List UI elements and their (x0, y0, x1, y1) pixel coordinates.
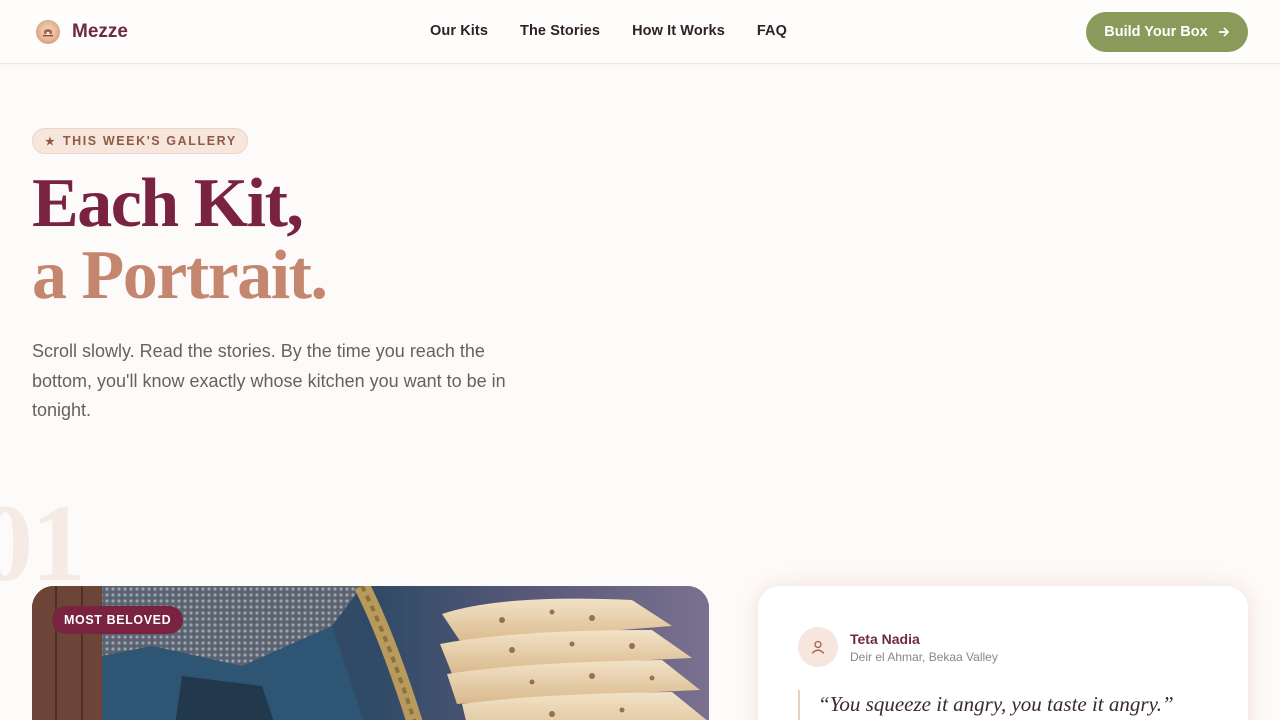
gallery-eyebrow-badge: ★ THIS WEEK'S GALLERY (32, 128, 248, 154)
author-location: Deir el Ahmar, Bekaa Valley (850, 650, 998, 664)
user-icon (811, 640, 825, 654)
arrow-right-icon (1218, 26, 1230, 38)
eyebrow-label: THIS WEEK'S GALLERY (62, 134, 237, 148)
brand[interactable]: Mezze (36, 20, 128, 44)
build-your-box-button[interactable]: Build Your Box (1086, 12, 1248, 52)
avatar (798, 627, 838, 667)
kit-number-watermark: 01 (0, 482, 86, 604)
star-icon: ★ (45, 135, 55, 148)
nav-the-stories[interactable]: The Stories (520, 23, 600, 39)
brand-logo-icon (36, 20, 60, 44)
main-nav: Our Kits The Stories How It Works FAQ (430, 23, 819, 39)
brand-name: Mezze (72, 21, 128, 42)
most-beloved-badge: MOST BELOVED (52, 606, 184, 634)
site-header: Mezze Our Kits The Stories How It Works … (0, 0, 1280, 64)
headline-line-2: a Portrait. (32, 237, 328, 314)
nav-faq[interactable]: FAQ (757, 23, 787, 39)
nav-how-it-works[interactable]: How It Works (632, 23, 725, 39)
page-title: Each Kit, a Portrait. (32, 165, 328, 314)
build-your-box-label: Build Your Box (1104, 24, 1208, 40)
quote-divider (798, 690, 800, 720)
author-quote: “You squeeze it angry, you taste it angr… (818, 692, 1174, 716)
author-name: Teta Nadia (850, 631, 920, 647)
hero-lead-text: Scroll slowly. Read the stories. By the … (32, 341, 506, 420)
nav-our-kits[interactable]: Our Kits (430, 23, 488, 39)
headline-line-1: Each Kit, (32, 165, 304, 242)
